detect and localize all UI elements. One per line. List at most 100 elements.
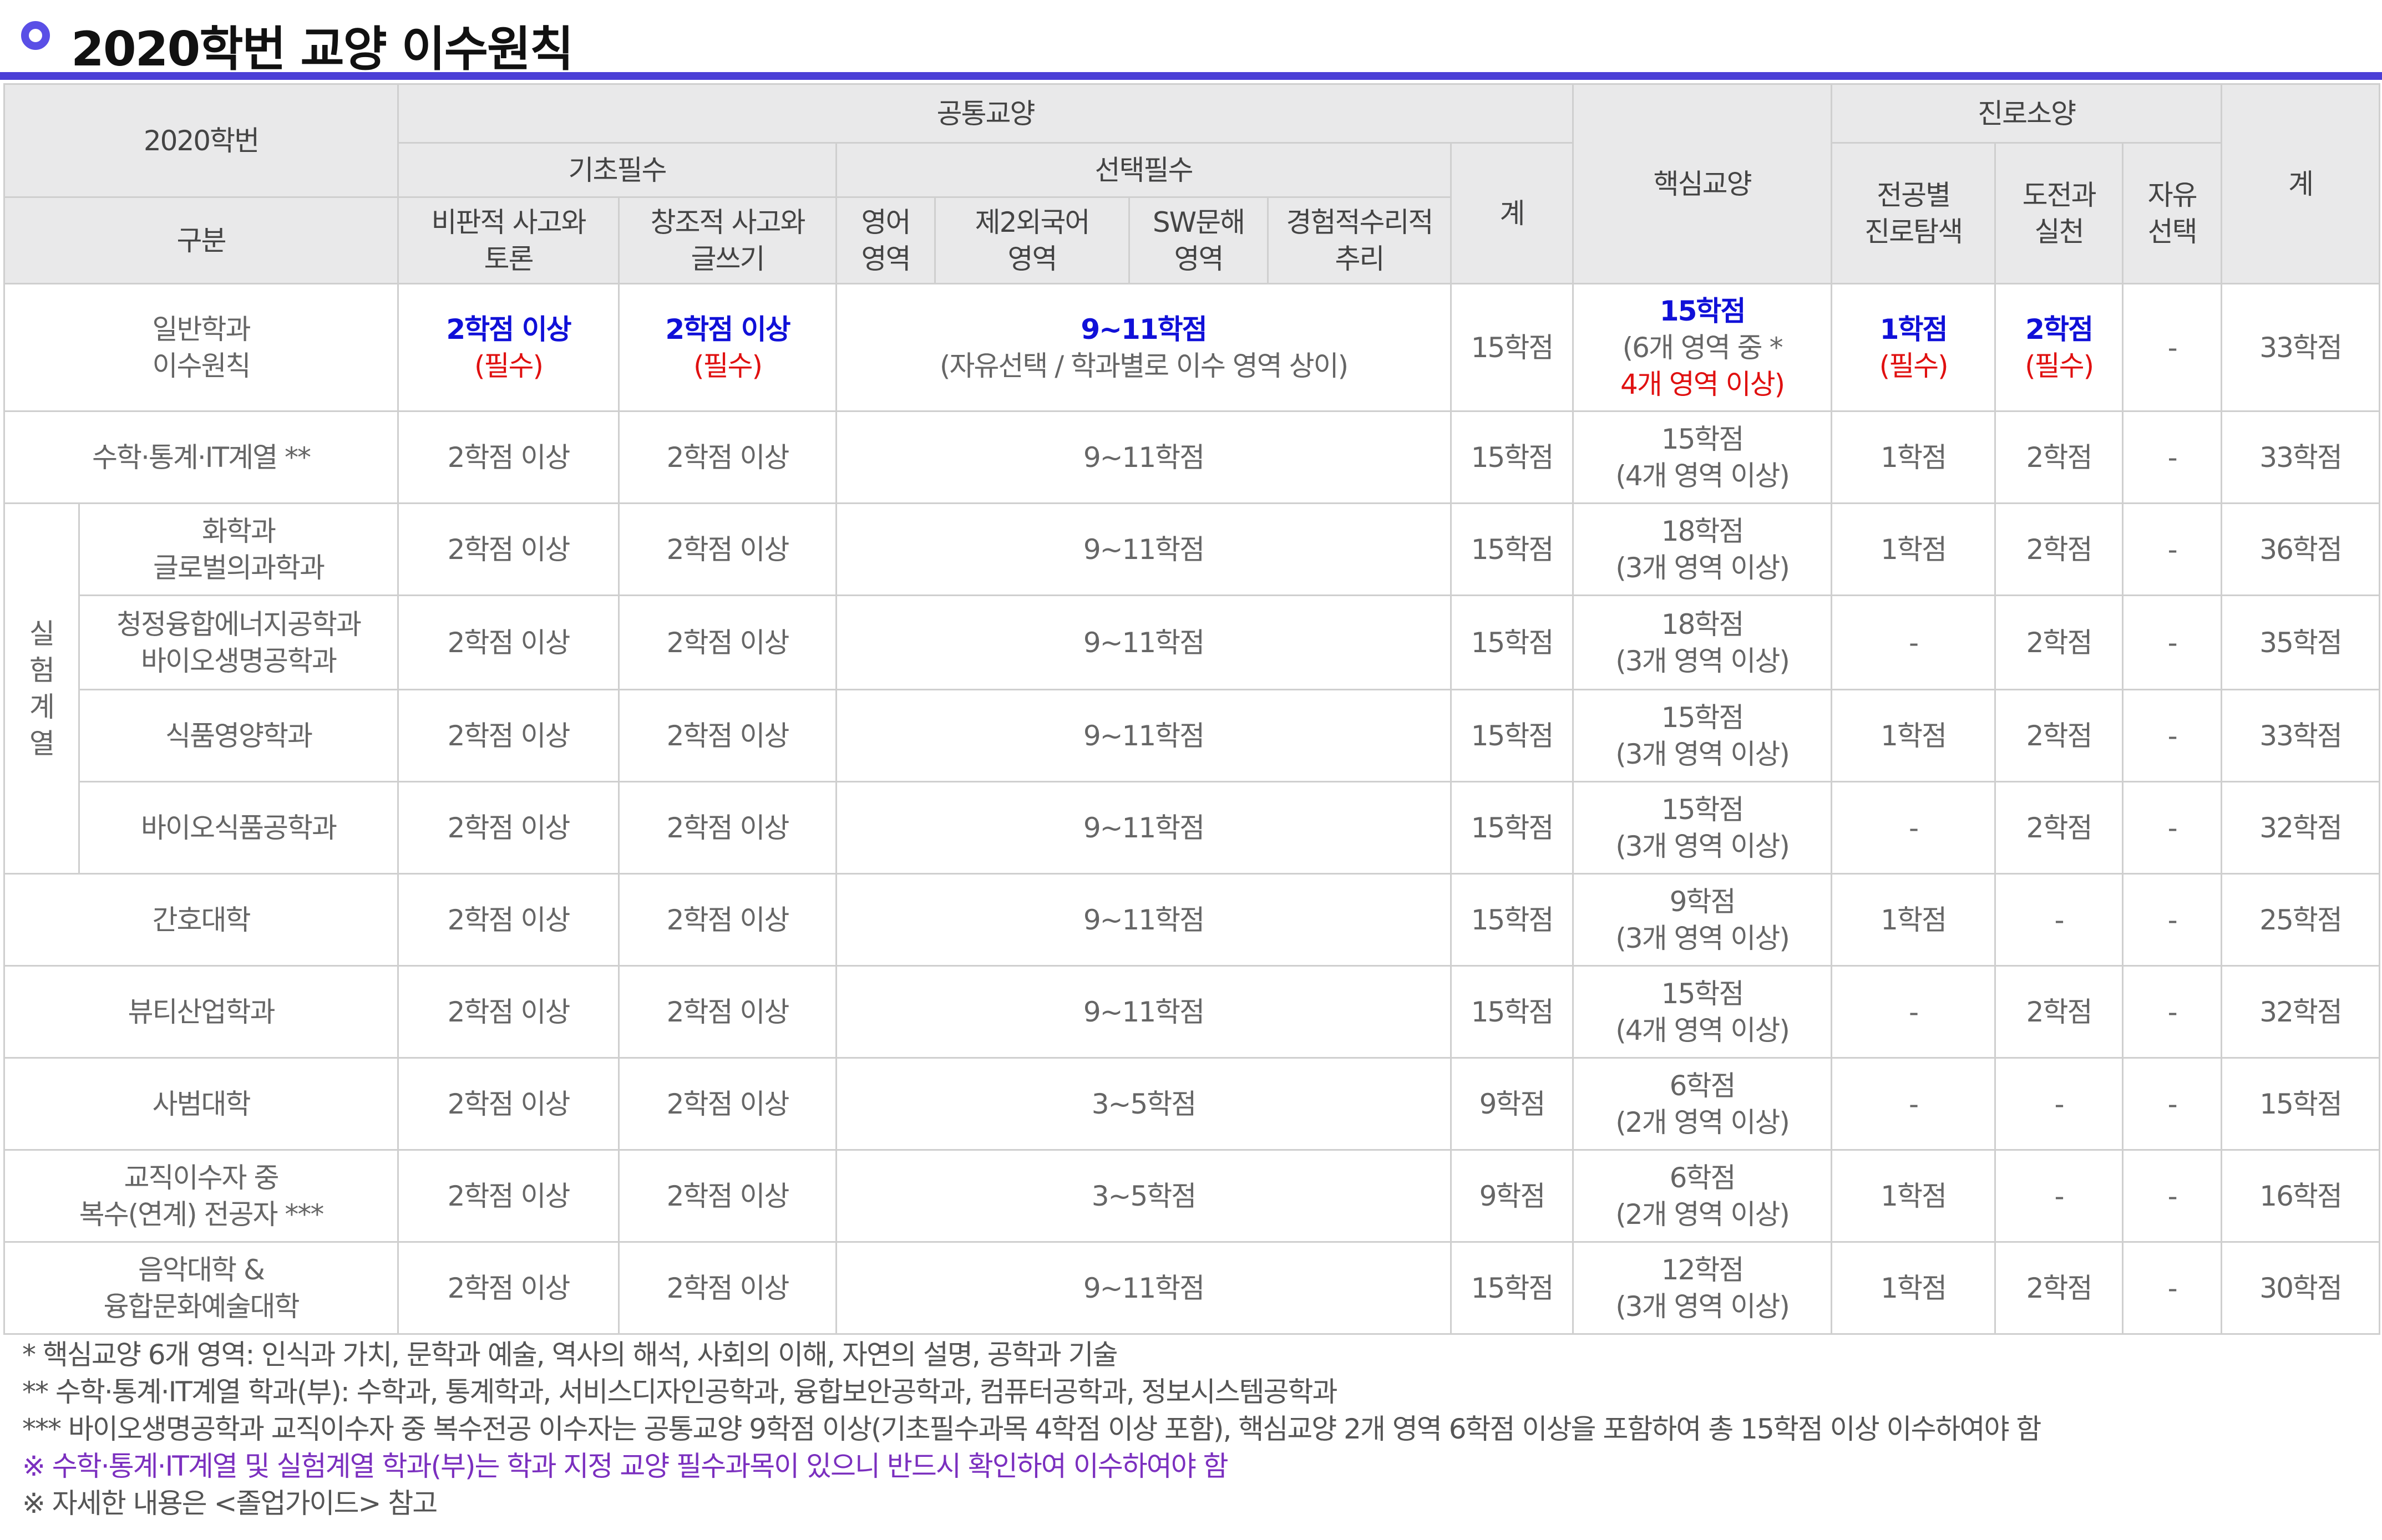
cell-major-explore: - — [1831, 1057, 1996, 1151]
cell-free: - — [2122, 1241, 2223, 1335]
cell-critical: 2학점 이상 — [397, 1149, 620, 1243]
cell-elective: 9~11학점 — [835, 502, 1452, 596]
cell-core: 15학점 (4개 영역 이상) — [1572, 410, 1833, 504]
header-math: 경험적수리적 추리 — [1267, 196, 1452, 284]
title-divider — [0, 72, 2382, 80]
cell-total: 15학점 — [2221, 1057, 2381, 1151]
cell-creative: 2학점 이상 — [618, 594, 837, 690]
table-row: 교직이수자 중 복수(연계) 전공자 *** 2학점 이상 2학점 이상 3~5… — [3, 1149, 2381, 1243]
curriculum-table: 2020학번 공통교양 핵심교양 진로소양 계 기초필수 선택필수 계 전공별 … — [3, 83, 2381, 1335]
table-row: 실 험 계 열 화학과 글로벌의과학과 2학점 이상 2학점 이상 9~11학점… — [3, 502, 2381, 875]
header-english: 영어 영역 — [835, 196, 936, 284]
cell-subtotal: 15학점 — [1450, 1241, 1574, 1335]
cell-challenge: 2학점 — [1994, 502, 2124, 596]
row-name: 바이오식품공학과 — [78, 781, 399, 875]
cell-elective: 9~11학점 — [835, 689, 1452, 782]
cell-challenge: 2학점 — [1994, 594, 2124, 690]
cell-core: 6학점 (2개 영역 이상) — [1572, 1149, 1833, 1243]
cell-total: 33학점 — [2221, 689, 2381, 782]
table-row: 수학·통계·IT계열 ** 2학점 이상 2학점 이상 9~11학점 15학점 … — [3, 410, 2381, 504]
cell-challenge: - — [1994, 1057, 2124, 1151]
cell-subtotal: 15학점 — [1450, 965, 1574, 1059]
cell-critical: 2학점 이상 (필수) — [397, 283, 620, 412]
cell-challenge: 2학점 (필수) — [1994, 283, 2124, 412]
cell-free: - — [2122, 1149, 2223, 1243]
header-core: 핵심교양 — [1572, 83, 1833, 284]
header-common: 공통교양 — [397, 83, 1574, 144]
cell-major-explore: 1학점 — [1831, 410, 1996, 504]
cell-critical: 2학점 이상 — [397, 594, 620, 690]
cell-elective: 9~11학점 — [835, 781, 1452, 875]
cell-major-explore: 1학점 — [1831, 873, 1996, 967]
cell-major-explore: - — [1831, 965, 1996, 1059]
cell-elective: 9~11학점 — [835, 410, 1452, 504]
cell-elective: 9~11학점 — [835, 965, 1452, 1059]
cell-creative: 2학점 이상 — [618, 689, 837, 782]
cell-free: - — [2122, 502, 2223, 596]
row-name: 일반학과 이수원칙 — [3, 283, 399, 412]
cell-core: 15학점 (6개 영역 중 * 4개 영역 이상) — [1572, 283, 1833, 412]
cell-core: 15학점 (4개 영역 이상) — [1572, 965, 1833, 1059]
cell-creative: 2학점 이상 — [618, 410, 837, 504]
row-name: 수학·통계·IT계열 ** — [3, 410, 399, 504]
cell-total: 16학점 — [2221, 1149, 2381, 1243]
row-name: 음악대학 & 융합문화예술대학 — [3, 1241, 399, 1335]
cell-major-explore: 1학점 — [1831, 1241, 1996, 1335]
footnote-warning: ※ 수학·통계·IT계열 및 실험계열 학과(부)는 학과 지정 교양 필수과목… — [22, 1450, 1229, 1482]
cell-subtotal: 15학점 — [1450, 781, 1574, 875]
footnote: * 핵심교양 6개 영역: 인식과 가치, 문학과 예술, 역사의 해석, 사회… — [22, 1339, 1118, 1371]
header-challenge: 도전과 실천 — [1994, 142, 2124, 284]
header-gubun: 구분 — [3, 196, 399, 284]
cell-critical: 2학점 이상 — [397, 1057, 620, 1151]
cell-free: - — [2122, 965, 2223, 1059]
cell-core: 15학점 (3개 영역 이상) — [1572, 689, 1833, 782]
cell-major-explore: 1학점 — [1831, 689, 1996, 782]
table-row-general: 일반학과 이수원칙 2학점 이상 (필수) 2학점 이상 (필수) 9~11학점 (자… — [3, 283, 2381, 412]
cell-creative: 2학점 이상 — [618, 873, 837, 967]
cell-free: - — [2122, 689, 2223, 782]
cell-subtotal: 15학점 — [1450, 502, 1574, 596]
cell-critical: 2학점 이상 — [397, 873, 620, 967]
bullet-circle-icon — [21, 21, 50, 50]
cell-challenge: 2학점 — [1994, 410, 2124, 504]
cell-free: - — [2122, 1057, 2223, 1151]
footnote: ** 수학·통계·IT계열 학과(부): 수학과, 통계학과, 서비스디자인공학… — [22, 1376, 1338, 1408]
table-row: 식품영양학과 2학점 이상 2학점 이상 9~11학점 15학점 15학점 (3개… — [4, 689, 2381, 782]
table-row: 바이오식품공학과 2학점 이상 2학점 이상 9~11학점 15학점 15학점(… — [4, 781, 2381, 875]
cell-critical: 2학점 이상 — [397, 781, 620, 875]
cell-subtotal: 15학점 — [1450, 594, 1574, 690]
header-free: 자유 선택 — [2122, 142, 2223, 284]
row-name: 화학과 글로벌의과학과 — [78, 502, 399, 596]
header-basic-required: 기초필수 — [397, 142, 837, 198]
cell-creative: 2학점 이상 — [618, 965, 837, 1059]
cell-core: 18학점 (3개 영역 이상) — [1572, 594, 1833, 690]
cell-elective: 3~5학점 — [835, 1057, 1452, 1151]
cell-core: 6학점 (2개 영역 이상) — [1572, 1057, 1833, 1151]
cell-creative: 2학점 이상 — [618, 502, 837, 596]
cell-total: 33학점 — [2221, 410, 2381, 504]
cell-elective: 9~11학점 — [835, 873, 1452, 967]
cell-critical: 2학점 이상 — [397, 1241, 620, 1335]
cell-total: 33학점 — [2221, 283, 2381, 412]
cell-total: 25학점 — [2221, 873, 2381, 967]
cell-critical: 2학점 이상 — [397, 502, 620, 596]
row-name: 간호대학 — [3, 873, 399, 967]
page-title: 2020학번 교양 이수원칙 — [71, 22, 574, 77]
cell-challenge: 2학점 — [1994, 781, 2124, 875]
cell-free: - — [2122, 410, 2223, 504]
cell-subtotal: 9학점 — [1450, 1149, 1574, 1243]
footnote: *** 바이오생명공학과 교직이수자 중 복수전공 이수자는 공통교양 9학점 … — [22, 1413, 2041, 1445]
cell-total: 36학점 — [2221, 502, 2381, 596]
cell-challenge: - — [1994, 873, 2124, 967]
cell-core: 15학점 (3개 영역 이상) — [1572, 781, 1833, 875]
table-row: 사범대학 2학점 이상 2학점 이상 3~5학점 9학점 6학점 (2개 영역 이… — [3, 1057, 2381, 1151]
header-creative: 창조적 사고와 글쓰기 — [618, 196, 837, 284]
row-name: 청정융합에너지공학과 바이오생명공학과 — [78, 594, 399, 690]
experiment-group-label: 실 험 계 열 — [3, 502, 80, 875]
cell-challenge: - — [1994, 1149, 2124, 1243]
row-name: 식품영양학과 — [78, 689, 399, 782]
cell-creative: 2학점 이상 (필수) — [618, 283, 837, 412]
cell-major-explore: 1학점 — [1831, 502, 1996, 596]
row-name: 뷰티산업학과 — [3, 965, 399, 1059]
cell-critical: 2학점 이상 — [397, 689, 620, 782]
